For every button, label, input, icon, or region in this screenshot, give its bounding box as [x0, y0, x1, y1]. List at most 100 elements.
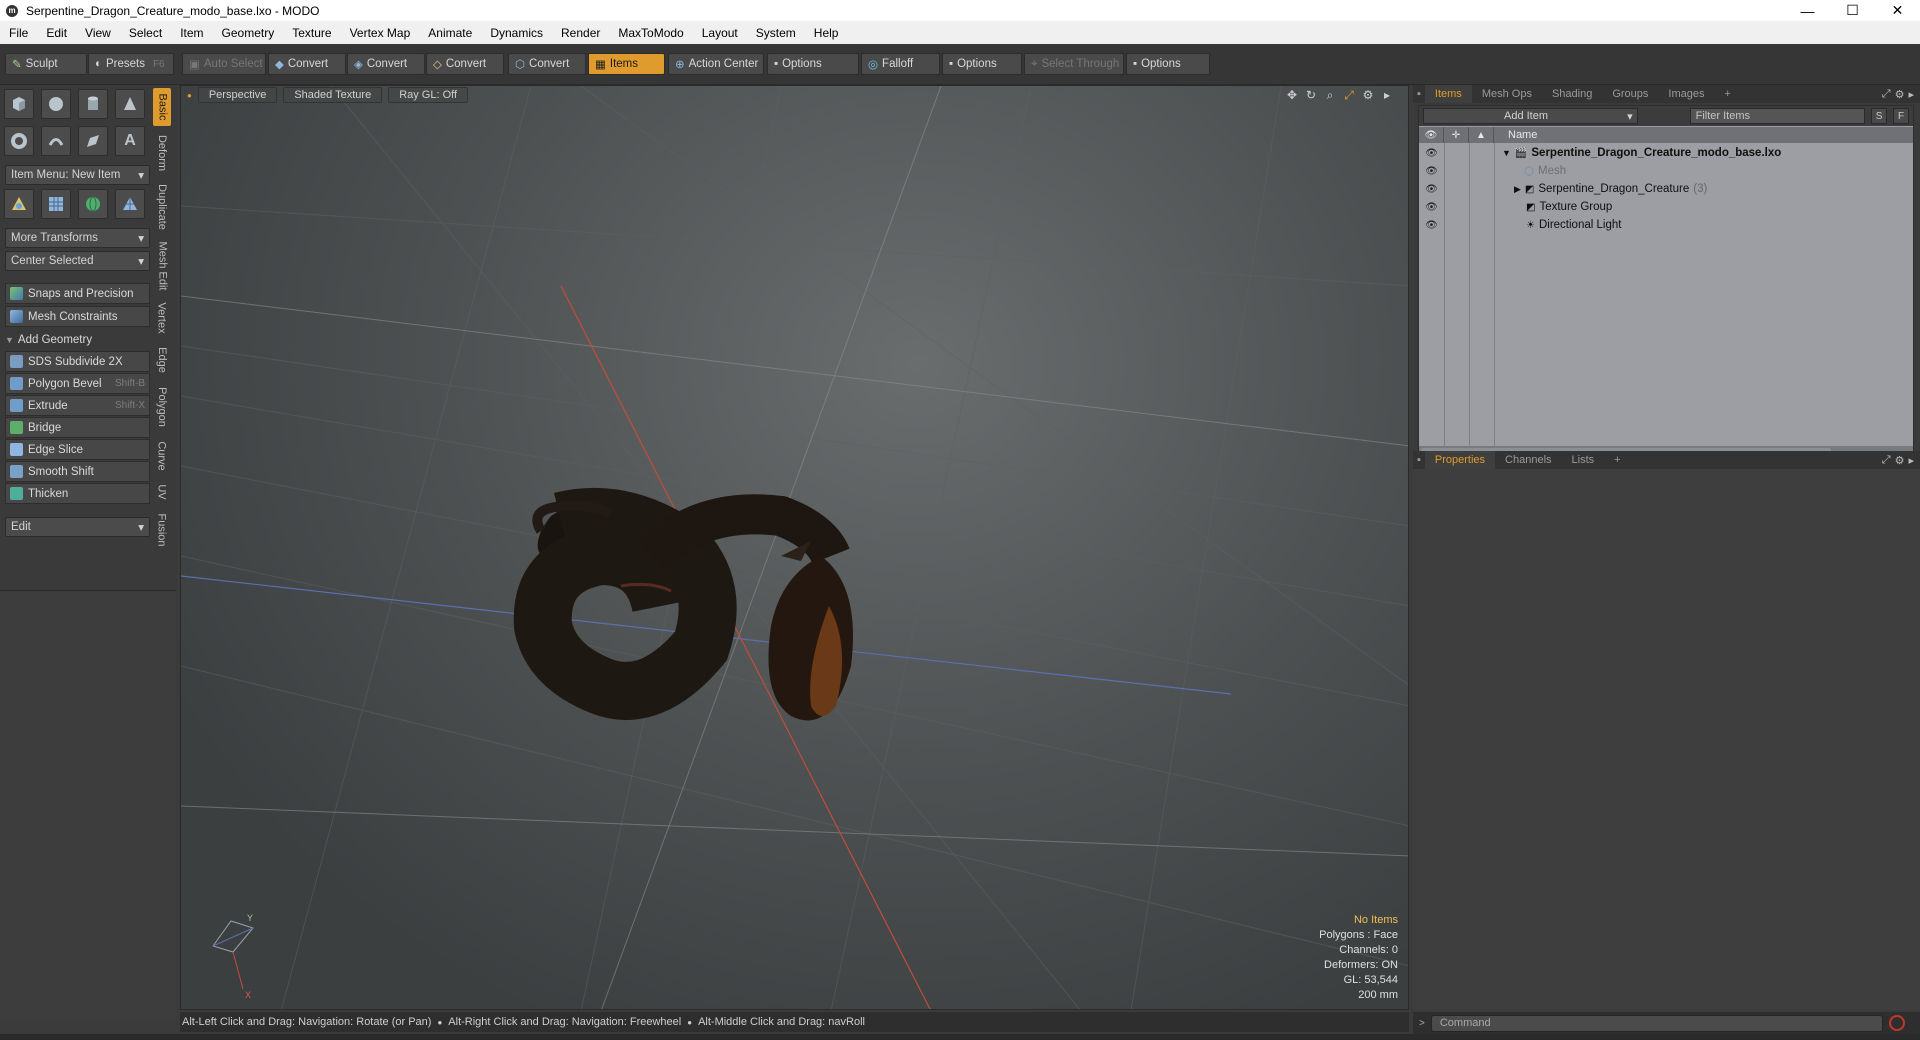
menu-file[interactable]: File	[0, 26, 37, 40]
pan-icon[interactable]: ✥	[1285, 88, 1299, 102]
text-primitive-button[interactable]: A	[115, 126, 145, 156]
torus-primitive-button[interactable]	[4, 126, 34, 156]
viewport-menu-icon[interactable]: ●	[187, 91, 192, 100]
tab-items[interactable]: Items	[1424, 85, 1472, 103]
tab-groups[interactable]: Groups	[1602, 85, 1658, 103]
extrude-button[interactable]: Extrude Shift-X	[5, 395, 150, 416]
lock-column-icon[interactable]: ✛	[1444, 127, 1469, 143]
bridge-button[interactable]: Bridge	[5, 417, 150, 438]
cube-primitive-button[interactable]	[4, 89, 34, 119]
tab-duplicate[interactable]: Duplicate	[153, 180, 171, 234]
convert-edges-button[interactable]: ◈ Convert	[347, 53, 425, 75]
cylinder-primitive-button[interactable]	[78, 89, 108, 119]
auto-select-button[interactable]: ▣ Auto Select	[182, 53, 266, 75]
menu-vertex-map[interactable]: Vertex Map	[341, 26, 420, 40]
action-center-options-button[interactable]: ▪ Options	[767, 53, 859, 75]
close-button[interactable]: ✕	[1875, 0, 1920, 21]
gear-icon[interactable]: ⚙	[1361, 88, 1375, 102]
select-through-button[interactable]: ⌖ Select Through	[1024, 53, 1124, 75]
eye-icon[interactable]: 👁	[1419, 148, 1444, 159]
add-tab-icon[interactable]: +	[1604, 451, 1630, 469]
tab-vertex[interactable]: Vertex	[153, 298, 171, 338]
panel-menu-icon[interactable]: ▪	[1413, 451, 1425, 469]
add-tab-icon[interactable]: +	[1714, 85, 1740, 103]
snaps-precision-button[interactable]: Snaps and Precision	[5, 283, 150, 304]
tab-polygon[interactable]: Polygon	[153, 382, 171, 432]
polygon-bevel-button[interactable]: Polygon Bevel Shift-B	[5, 373, 150, 394]
presets-button[interactable]: ◐ Presets F6	[88, 53, 174, 75]
maximize-button[interactable]: ☐	[1830, 0, 1875, 21]
visibility-column-icon[interactable]: 👁	[1419, 127, 1444, 143]
menu-geometry[interactable]: Geometry	[213, 26, 284, 40]
action-center-button[interactable]: ⊕ Action Center	[668, 53, 764, 75]
menu-edit[interactable]: Edit	[37, 26, 76, 40]
tab-lists[interactable]: Lists	[1562, 451, 1605, 469]
more-transforms-dropdown[interactable]: More Transforms ▾	[5, 228, 150, 248]
transform-tool-button[interactable]	[4, 189, 34, 219]
tab-mesh-edit[interactable]: Mesh Edit	[153, 238, 171, 294]
globe-tool-button[interactable]	[78, 189, 108, 219]
pyramid-tool-button[interactable]	[115, 189, 145, 219]
falloff-options-button[interactable]: ▪ Options	[942, 53, 1022, 75]
tree-row-mesh[interactable]: 👁 ⬡ Mesh	[1419, 162, 1913, 180]
sds-subdivide-button[interactable]: SDS Subdivide 2X	[5, 351, 150, 372]
sphere-primitive-button[interactable]	[41, 89, 71, 119]
menu-animate[interactable]: Animate	[419, 26, 481, 40]
eye-icon[interactable]: 👁	[1419, 202, 1444, 213]
falloff-button[interactable]: ◎ Falloff	[861, 53, 940, 75]
raygl-toggle[interactable]: Ray GL: Off	[388, 87, 469, 103]
tab-edge[interactable]: Edge	[153, 342, 171, 378]
edge-slice-button[interactable]: Edge Slice	[5, 439, 150, 460]
smooth-shift-button[interactable]: Smooth Shift	[5, 461, 150, 482]
expand-down-icon[interactable]: ▼	[1502, 148, 1511, 158]
tab-shading[interactable]: Shading	[1542, 85, 1602, 103]
gear-icon[interactable]: ⚙	[1895, 454, 1905, 467]
convert-polygons-button[interactable]: ◇ Convert	[426, 53, 504, 75]
menu-system[interactable]: System	[747, 26, 805, 40]
tree-row-scene[interactable]: 👁 ▼ 🎬 Serpentine_Dragon_Creature_modo_ba…	[1419, 144, 1913, 162]
filter-s-button[interactable]: S	[1871, 108, 1888, 124]
menu-texture[interactable]: Texture	[283, 26, 340, 40]
render-column-icon[interactable]: ▲	[1469, 127, 1494, 143]
tree-row-creature[interactable]: 👁 ▶ ◩ Serpentine_Dragon_Creature (3)	[1419, 180, 1913, 198]
thicken-button[interactable]: Thicken	[5, 483, 150, 504]
fit-icon[interactable]: ⤢	[1342, 88, 1356, 102]
rotate-icon[interactable]: ↻	[1304, 88, 1318, 102]
convert-vertices-button[interactable]: ◆ Convert	[268, 53, 346, 75]
menu-layout[interactable]: Layout	[693, 26, 747, 40]
tab-mesh-ops[interactable]: Mesh Ops	[1472, 85, 1542, 103]
edit-dropdown[interactable]: Edit ▾	[5, 517, 150, 537]
shading-mode-button[interactable]: Shaded Texture	[283, 87, 383, 103]
tab-deform[interactable]: Deform	[153, 130, 171, 176]
perspective-button[interactable]: Perspective	[197, 87, 278, 103]
tab-uv[interactable]: UV	[153, 480, 171, 504]
eye-icon[interactable]: 👁	[1419, 184, 1444, 195]
expand-right-icon[interactable]: ▶	[1514, 184, 1521, 195]
tree-row-directional-light[interactable]: 👁 ☀ Directional Light	[1419, 216, 1913, 234]
maximize-panel-icon[interactable]: ⤢	[1882, 88, 1891, 101]
sculpt-button[interactable]: ✎ Sculpt	[5, 53, 87, 75]
3d-viewport[interactable]: Y X ● Perspective Shaded Texture Ray GL:…	[180, 85, 1409, 1010]
cone-primitive-button[interactable]	[115, 89, 145, 119]
convert-items-button[interactable]: ⬡ Convert	[508, 53, 586, 75]
tab-images[interactable]: Images	[1658, 85, 1714, 103]
items-mode-button[interactable]: ▦ Items	[588, 53, 665, 75]
tab-curve[interactable]: Curve	[153, 436, 171, 476]
expand-arrow-icon[interactable]: ▸	[1908, 454, 1914, 467]
tab-fusion[interactable]: Fusion	[153, 508, 171, 552]
add-item-dropdown[interactable]: Add Item ▾	[1423, 108, 1638, 124]
zoom-icon[interactable]: ⌕	[1323, 88, 1337, 102]
filter-f-button[interactable]: F	[1893, 108, 1909, 124]
tab-properties[interactable]: Properties	[1424, 451, 1496, 469]
pen-primitive-button[interactable]	[78, 126, 108, 156]
record-icon[interactable]	[1888, 1015, 1905, 1031]
tab-channels[interactable]: Channels	[1495, 451, 1561, 469]
menu-render[interactable]: Render	[552, 26, 609, 40]
expand-arrow-icon[interactable]: ▸	[1380, 88, 1394, 102]
menu-dynamics[interactable]: Dynamics	[481, 26, 552, 40]
mesh-constraints-button[interactable]: Mesh Constraints	[5, 306, 150, 327]
command-input[interactable]: Command	[1430, 1014, 1883, 1032]
gear-icon[interactable]: ⚙	[1895, 88, 1905, 101]
center-selected-dropdown[interactable]: Center Selected ▾	[5, 251, 150, 271]
panel-menu-icon[interactable]: ▪	[1413, 85, 1425, 103]
